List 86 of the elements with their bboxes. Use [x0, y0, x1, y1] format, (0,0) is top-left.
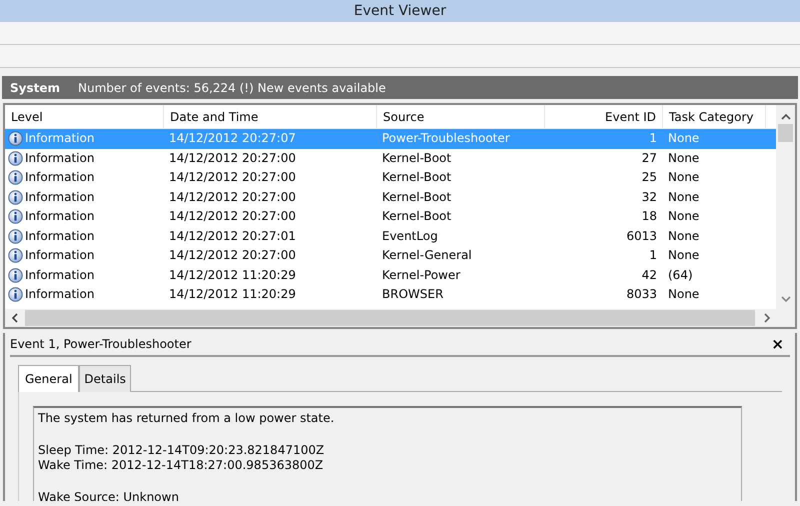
- window-title: Event Viewer: [0, 0, 800, 22]
- table-cell-text: Information: [25, 130, 94, 147]
- table-cell-text: EventLog: [381, 228, 439, 244]
- close-button[interactable]: ×: [771, 333, 784, 356]
- column-header[interactable]: Task Category: [663, 105, 766, 128]
- horizontal-scrollbar[interactable]: [5, 309, 795, 327]
- info-icon: [8, 190, 23, 205]
- text-line: Wake Time: 2012-12-14T18:27:00.985363800Z: [38, 458, 324, 474]
- table-cell-text: 14/12/2012 20:27:07: [168, 130, 297, 147]
- vertical-scrollbar[interactable]: [776, 105, 795, 309]
- table-cell-text: 1: [648, 130, 658, 147]
- table-cell-text: (64): [667, 266, 694, 284]
- table-cell-text: Information: [25, 150, 94, 166]
- info-icon: [8, 287, 23, 302]
- log-name: System: [10, 80, 60, 96]
- table-cell-text: None: [667, 150, 700, 166]
- log-summary: Number of events: 56,224 (!) New events available: [78, 80, 386, 96]
- table-cell-text: 14/12/2012 20:27:00: [168, 208, 297, 225]
- table-cell-text: 1: [648, 247, 658, 264]
- table-row[interactable]: Information 14/12/2012 20:27:00 Kernel-Boot 25 None: [5, 168, 776, 188]
- table-row[interactable]: Information 14/12/2012 11:20:29 Kernel-Power 42 (64): [5, 266, 776, 285]
- table-cell-text: Information: [25, 247, 94, 264]
- column-header[interactable]: Source: [377, 105, 545, 128]
- info-icon: [8, 268, 23, 283]
- table-cell-text: 27: [640, 150, 658, 166]
- table-cell-text: Information: [25, 208, 94, 225]
- table-cell-text: Information: [25, 228, 94, 244]
- scroll-thumb[interactable]: [25, 310, 755, 326]
- table-row[interactable]: Information 14/12/2012 20:27:00 Kernel-Boot 32 None: [5, 188, 776, 207]
- scroll-left-icon[interactable]: [11, 313, 19, 323]
- table-cell-text: Information: [25, 266, 94, 284]
- scroll-right-icon[interactable]: [763, 313, 771, 323]
- table-cell-text: BROWSER: [381, 286, 444, 303]
- table-cell-text: Information: [25, 286, 94, 303]
- table-row[interactable]: Information 14/12/2012 20:27:00 Kernel-Boot 18 None: [5, 207, 776, 226]
- table-cell-text: Kernel-Boot: [381, 150, 452, 166]
- table-cell-text: None: [667, 286, 700, 303]
- table-cell-text: 14/12/2012 20:27:00: [168, 169, 297, 186]
- table-row[interactable]: Information 14/12/2012 20:27:01 EventLog 6013 None: [5, 226, 776, 246]
- table-row[interactable]: Information 14/12/2012 20:27:00 Kernel-General 1 None: [5, 246, 776, 266]
- table-cell-text: 18: [640, 208, 658, 225]
- table-cell-text: None: [667, 228, 700, 244]
- table-cell-text: None: [667, 130, 700, 147]
- info-icon: [8, 209, 23, 224]
- column-header[interactable]: Level: [5, 105, 164, 128]
- table-cell-text: Kernel-Boot: [381, 169, 452, 186]
- scroll-down-icon[interactable]: [780, 295, 790, 303]
- info-icon: [8, 228, 23, 244]
- info-icon: [8, 150, 23, 166]
- table-cell-text: None: [667, 247, 700, 264]
- table-cell-text: Kernel-Boot: [381, 208, 452, 225]
- table-cell-text: 6013: [625, 228, 658, 244]
- column-header[interactable]: Event ID: [545, 105, 663, 128]
- tab[interactable]: Details: [79, 365, 131, 392]
- table-cell-text: 14/12/2012 20:27:00: [168, 188, 297, 206]
- column-header[interactable]: Date and Time: [164, 105, 377, 128]
- info-icon: [8, 170, 23, 186]
- table-cell-text: 14/12/2012 11:20:29: [168, 266, 297, 284]
- text-line: Sleep Time: 2012-12-14T09:20:23.821847100Z: [38, 442, 326, 458]
- table-cell-text: Kernel-General: [381, 247, 473, 264]
- table-cell-text: 14/12/2012 11:20:29: [168, 286, 297, 303]
- info-icon: [8, 248, 23, 264]
- info-icon: [8, 131, 23, 146]
- event-title: Event 1, Power-Troubleshooter: [10, 336, 192, 353]
- text-line: The system has returned from a low power state.: [38, 411, 336, 426]
- table-cell-text: None: [667, 208, 700, 225]
- scroll-up-icon[interactable]: [780, 113, 790, 121]
- table-cell-text: Power-Troubleshooter: [381, 130, 511, 147]
- table-cell-text: Kernel-Boot: [381, 188, 452, 206]
- scroll-thumb[interactable]: [778, 124, 793, 142]
- table-cell-text: 42: [640, 266, 658, 284]
- table-cell-text: Information: [25, 169, 94, 186]
- table-cell-text: None: [667, 188, 700, 206]
- table-row[interactable]: Information 14/12/2012 20:27:00 Kernel-Boot 27 None: [5, 148, 776, 168]
- table-cell-text: Information: [25, 188, 94, 206]
- table-cell-text: 14/12/2012 20:27:00: [168, 247, 297, 264]
- table-cell-text: Kernel-Power: [381, 266, 462, 284]
- table-cell-text: 8033: [625, 286, 658, 303]
- table-cell-text: 32: [640, 188, 658, 206]
- tab[interactable]: General: [18, 365, 80, 392]
- text-line: Wake Source: Unknown: [38, 490, 180, 501]
- table-cell-text: None: [667, 169, 700, 186]
- table-cell-text: 14/12/2012 20:27:00: [168, 150, 297, 166]
- table-row[interactable]: Information 14/12/2012 11:20:29 BROWSER 8033 None: [5, 285, 776, 304]
- table-cell-text: 14/12/2012 20:27:01: [168, 228, 297, 244]
- table-cell-text: 25: [640, 169, 658, 186]
